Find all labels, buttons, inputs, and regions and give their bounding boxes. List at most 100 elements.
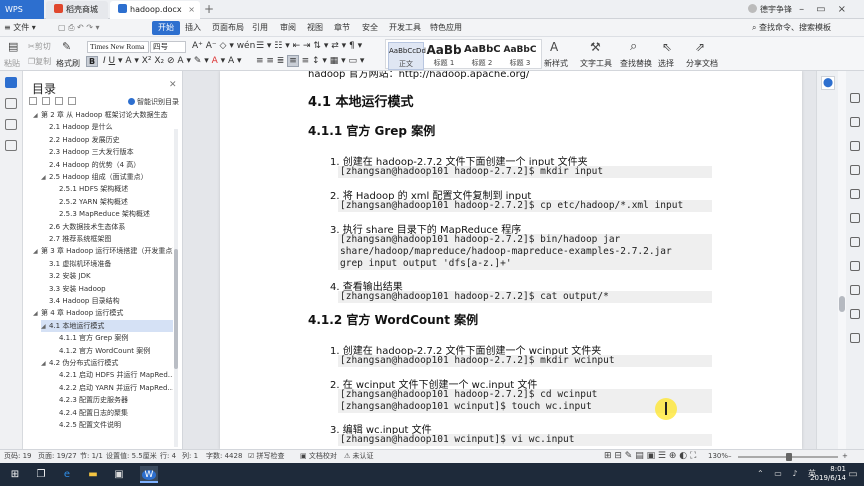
toc-item[interactable]: 2.2 Hadoop 发展历史 <box>41 134 173 146</box>
select-button[interactable]: 选择 <box>658 58 674 69</box>
toc-item[interactable]: ◢ 4.1 本地运行模式 <box>41 319 173 332</box>
side-tool-6-icon[interactable] <box>850 213 860 223</box>
text-tools-button[interactable]: 文字工具 <box>580 58 612 69</box>
share-icon[interactable]: ⇗ <box>695 40 705 54</box>
command-search[interactable]: ⌕ 查找命令、搜索模板 <box>752 19 831 37</box>
toc-item[interactable]: 4.1.2 官方 WordCount 案例 <box>51 345 173 357</box>
toc-item[interactable]: 2.3 Hadoop 三大发行版本 <box>41 146 173 158</box>
tab-docer[interactable]: 稻壳商城 <box>46 1 108 19</box>
toc-item[interactable]: 4.1.1 官方 Grep 案例 <box>51 332 173 344</box>
task-view-icon[interactable]: ❐ <box>32 466 50 483</box>
user-area[interactable]: 德宇争锋 <box>748 0 792 19</box>
menu-page-layout[interactable]: 页面布局 <box>212 19 244 37</box>
status-col[interactable]: 列: 1 <box>182 450 198 463</box>
toc-panel-icon[interactable] <box>5 77 17 88</box>
chapter-icon[interactable] <box>5 140 17 151</box>
status-row[interactable]: 行: 4 <box>160 450 176 463</box>
font-format-icons[interactable]: I U ▾ A ▾ X² X₂ ⊘ A ▾ ✎ ▾ A ▾ A ▾ <box>103 56 242 66</box>
wps-taskbar-icon[interactable]: W <box>140 466 158 483</box>
menu-references[interactable]: 引用 <box>252 19 268 37</box>
new-tab-icon[interactable]: + <box>204 1 214 18</box>
spell-check-toggle[interactable]: ☑ 拼写检查 <box>248 450 285 463</box>
toc-item[interactable]: 4.2.1 启动 HDFS 并运行 MapRed… <box>51 369 173 381</box>
select-arrow-icon[interactable]: ⇖ <box>662 40 672 54</box>
style-heading-3[interactable]: AaBbC 标题 3 <box>502 42 538 68</box>
menu-chapter[interactable]: 章节 <box>334 19 350 37</box>
share-document-button[interactable]: 分享文档 <box>686 58 718 69</box>
expand-arrow-icon[interactable]: ◢ <box>41 321 49 332</box>
tab-hadoop-docx[interactable]: hadoop.docx × <box>110 1 200 19</box>
minimize-icon[interactable]: – <box>799 4 816 15</box>
toc-item[interactable]: ◢ 第 2 章 从 Hadoop 框架讨论大数据生态 <box>33 109 173 121</box>
copy-button[interactable]: ❐复制 <box>28 56 51 67</box>
document-area[interactable]: hadoop 官方网站：http://hadoop.apache.org/ 4.… <box>184 71 816 449</box>
vertical-scrollbar[interactable] <box>838 71 846 449</box>
zoom-out-icon[interactable]: – <box>728 450 732 463</box>
paragraph-align-icons[interactable]: ≡ ≡ ≣ ≡ ≡ ↕ ▾ ▦ ▾ ▭ ▾ <box>256 55 364 67</box>
zoom-slider-knob[interactable] <box>786 453 792 461</box>
new-style-icon[interactable]: A <box>550 40 558 54</box>
cut-button[interactable]: ✂剪切 <box>28 41 51 52</box>
font-name-select[interactable]: Times New Roma <box>87 41 149 53</box>
document-page[interactable]: hadoop 官方网站：http://hadoop.apache.org/ 4.… <box>220 71 802 449</box>
toc-scroll-thumb[interactable] <box>174 249 178 369</box>
paste-button[interactable]: 粘贴 <box>4 58 20 69</box>
toc-item[interactable]: 2.6 大数据技术生态体系 <box>41 221 173 233</box>
expand-arrow-icon[interactable]: ◢ <box>41 172 49 183</box>
side-tool-9-icon[interactable] <box>850 285 860 295</box>
expand-arrow-icon[interactable]: ◢ <box>41 358 49 369</box>
toc-item[interactable]: 2.1 Hadoop 是什么 <box>41 121 173 133</box>
file-explorer-icon[interactable]: ▬ <box>84 466 102 483</box>
menu-featured[interactable]: 特色应用 <box>430 19 462 37</box>
side-tool-3-icon[interactable] <box>850 141 860 151</box>
expand-all-icon[interactable] <box>29 97 37 105</box>
format-painter-button[interactable]: 格式刷 <box>56 58 80 69</box>
expand-arrow-icon[interactable]: ◢ <box>33 110 41 121</box>
wps-brand[interactable]: WPS <box>0 0 44 19</box>
toc-item[interactable]: 2.5.2 YARN 架构概述 <box>51 196 173 208</box>
close-icon[interactable]: ✕ <box>169 80 177 90</box>
navigation-icon[interactable] <box>5 98 17 109</box>
expand-arrow-icon[interactable]: ◢ <box>33 308 41 319</box>
view-mode-icons[interactable]: ⊞ ⊟ ✎ ▤ ▣ ☰ ⊕ ◐ ⛶ <box>604 450 696 463</box>
side-tool-2-icon[interactable] <box>850 117 860 127</box>
side-tool-8-icon[interactable] <box>850 261 860 271</box>
status-pages[interactable]: 页面: 19/27 <box>38 450 77 463</box>
smart-toc-button[interactable]: 智能识别目录 <box>128 97 179 107</box>
style-heading-1[interactable]: AaBb 标题 1 <box>426 42 462 68</box>
quick-access-icons[interactable]: ▢ ⎙ ↶ ↷ ▾ <box>58 19 100 37</box>
clock[interactable]: 8:01 2019/6/14 <box>810 465 846 483</box>
toc-item[interactable]: 2.7 推荐系统框架图 <box>41 233 173 245</box>
toc-item[interactable]: 4.2.4 配置日志的聚集 <box>51 407 173 419</box>
menu-developer[interactable]: 开发工具 <box>389 19 421 37</box>
close-tab-icon[interactable]: × <box>188 1 195 19</box>
toc-item[interactable]: ◢ 4.2 伪分布式运行模式 <box>41 357 173 369</box>
zoom-in-icon[interactable]: + <box>842 450 848 463</box>
toc-item[interactable]: ◢ 第 4 章 Hadoop 运行模式 <box>33 307 173 319</box>
bold-button[interactable]: B <box>86 56 98 67</box>
new-style-button[interactable]: 新样式 <box>544 58 568 69</box>
format-painter-icon[interactable]: ✎ <box>62 40 71 53</box>
collapse-all-icon[interactable] <box>42 97 50 105</box>
zoom-level[interactable]: 130% <box>708 450 728 463</box>
find-replace-icon[interactable]: ⌕ <box>630 39 637 54</box>
list-indent-icons[interactable]: ☰ ▾ ☷ ▾ ⇤ ⇥ ⇅ ▾ ⇄ ▾ ¶ ▾ <box>256 41 362 51</box>
toc-item[interactable]: 2.5.1 HDFS 架构概述 <box>51 183 173 195</box>
store-icon[interactable]: ▣ <box>110 466 128 483</box>
bookmark-icon[interactable] <box>5 119 17 130</box>
toc-item[interactable]: 3.1 虚拟机环境准备 <box>41 258 173 270</box>
menu-view[interactable]: 视图 <box>307 19 323 37</box>
side-tool-4-icon[interactable] <box>850 165 860 175</box>
side-tool-11-icon[interactable] <box>850 333 860 343</box>
toc-item[interactable]: 2.5.3 MapReduce 架构概述 <box>51 208 173 220</box>
side-tool-10-icon[interactable] <box>850 309 860 319</box>
toc-item[interactable]: 4.2.2 启动 YARN 并运行 MapRed… <box>51 382 173 394</box>
toc-item[interactable]: ◢ 2.5 Hadoop 组成（面试重点） <box>41 171 173 183</box>
menu-review[interactable]: 审阅 <box>280 19 296 37</box>
style-heading-2[interactable]: AaBbC 标题 2 <box>464 42 501 68</box>
side-tool-5-icon[interactable] <box>850 189 860 199</box>
toc-item[interactable]: ◢ 第 3 章 Hadoop 运行环境搭建（开发重点） <box>33 245 173 257</box>
status-settings[interactable]: 设置值: 5.5厘米 <box>106 450 157 463</box>
toc-item[interactable]: 3.2 安装 JDK <box>41 270 173 282</box>
find-replace-button[interactable]: 查找替换 <box>620 58 652 69</box>
